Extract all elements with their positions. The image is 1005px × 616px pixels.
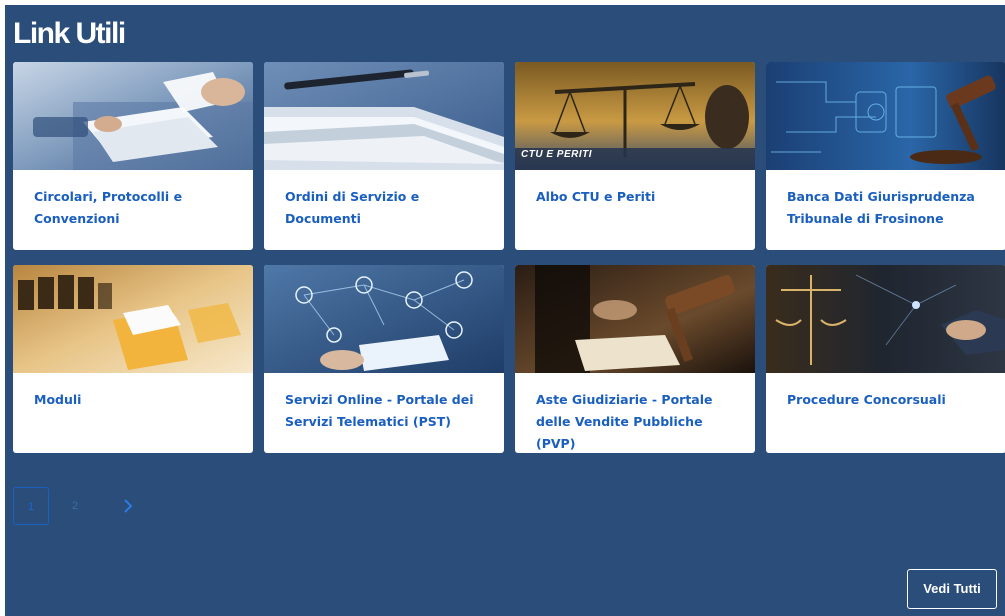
card-banca-dati[interactable]: Banca Dati Giurisprudenza Tribunale di F…: [766, 62, 1005, 250]
justice-scales-image: CTU E PERITI: [515, 62, 755, 170]
section-title: Link Utili: [13, 17, 126, 50]
file-folders-image: [13, 265, 253, 373]
chevron-right-icon: [124, 499, 133, 513]
card-moduli[interactable]: Moduli: [13, 265, 253, 453]
card-aste[interactable]: Aste Giudiziarie - Portale delle Vendite…: [515, 265, 755, 453]
view-all-button[interactable]: Vedi Tutti: [907, 569, 997, 609]
auction-gavel-image: [515, 265, 755, 373]
digital-gavel-image: [766, 62, 1005, 170]
card-label[interactable]: Procedure Concorsuali: [787, 389, 990, 411]
card-label[interactable]: Circolari, Protocolli e Convenzioni: [34, 186, 237, 230]
network-tablet-image: [264, 265, 504, 373]
card-label[interactable]: Banca Dati Giurisprudenza Tribunale di F…: [787, 186, 990, 230]
next-page-button[interactable]: [113, 487, 143, 525]
card-label[interactable]: Albo CTU e Periti: [536, 186, 739, 208]
card-label[interactable]: Aste Giudiziarie - Portale delle Vendite…: [536, 389, 739, 453]
card-label[interactable]: Ordini di Servizio e Documenti: [285, 186, 488, 230]
card-albo-ctu[interactable]: CTU E PERITI Albo CTU e Periti: [515, 62, 755, 250]
paper-stack-pen-image: [264, 62, 504, 170]
handshake-scales-image: [766, 265, 1005, 373]
image-caption: CTU E PERITI: [521, 149, 593, 160]
card-label[interactable]: Servizi Online - Portale dei Servizi Tel…: [285, 389, 488, 433]
page-2-button[interactable]: 2: [57, 487, 93, 525]
card-procedure[interactable]: Procedure Concorsuali: [766, 265, 1005, 453]
page-1-button[interactable]: 1: [13, 487, 49, 525]
link-utili-section: Link Utili Circolari, Protocolli e Conve: [5, 5, 1005, 616]
card-servizi-online[interactable]: Servizi Online - Portale dei Servizi Tel…: [264, 265, 504, 453]
card-circolari[interactable]: Circolari, Protocolli e Convenzioni: [13, 62, 253, 250]
card-ordini[interactable]: Ordini di Servizio e Documenti: [264, 62, 504, 250]
business-documents-image: [13, 62, 253, 170]
card-label[interactable]: Moduli: [34, 389, 237, 411]
